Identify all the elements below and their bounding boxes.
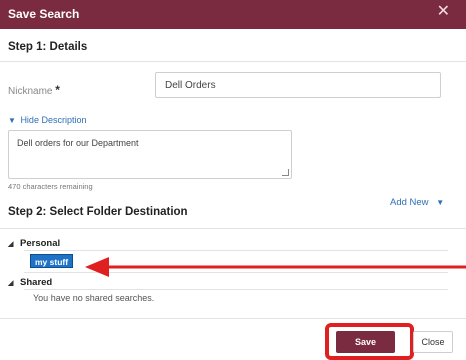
- add-new-button[interactable]: Add New ▼: [390, 197, 444, 208]
- dialog-titlebar: Save Search ✕: [0, 0, 466, 29]
- annotation-arrow-icon: [85, 257, 466, 277]
- step2-title: Step 2: Select Folder Destination: [8, 206, 188, 218]
- nickname-label-text: Nickname: [8, 86, 53, 97]
- close-icon[interactable]: ✕: [437, 4, 450, 20]
- hide-description-label: Hide Description: [20, 115, 87, 125]
- tree-node-personal[interactable]: ◢ Personal: [8, 238, 60, 249]
- divider: [0, 228, 466, 229]
- divider: [24, 250, 448, 251]
- dialog-title: Save Search: [8, 7, 80, 21]
- add-new-label: Add New: [390, 197, 429, 208]
- folder-my-stuff[interactable]: my stuff: [30, 254, 74, 268]
- tree-node-personal-label: Personal: [20, 238, 61, 249]
- divider: [0, 61, 466, 62]
- chars-remaining: 470 characters remaining: [8, 182, 93, 191]
- nickname-input[interactable]: Dell Orders: [155, 72, 441, 98]
- caret-down-icon: ▼: [436, 198, 445, 207]
- hide-description-link[interactable]: ▼ Hide Description: [8, 115, 86, 125]
- save-button[interactable]: Save: [336, 331, 395, 353]
- expand-triangle-icon[interactable]: ◢: [8, 241, 13, 248]
- description-textarea[interactable]: Dell orders for our Department: [8, 130, 292, 179]
- divider: [24, 289, 448, 290]
- resize-grip-icon[interactable]: [282, 169, 289, 176]
- tree-node-shared-label: Shared: [20, 277, 53, 288]
- step1-title: Step 1: Details: [8, 41, 88, 53]
- tree-node-shared[interactable]: ◢ Shared: [8, 277, 52, 288]
- description-text: Dell orders for our Department: [17, 138, 139, 148]
- chevron-down-icon: ▼: [8, 116, 16, 125]
- close-button[interactable]: Close: [413, 331, 453, 353]
- required-marker: *: [55, 83, 60, 97]
- expand-triangle-icon[interactable]: ◢: [8, 280, 13, 287]
- shared-empty-message: You have no shared searches.: [33, 293, 155, 303]
- divider: [0, 318, 466, 319]
- nickname-label: Nickname *: [8, 83, 60, 97]
